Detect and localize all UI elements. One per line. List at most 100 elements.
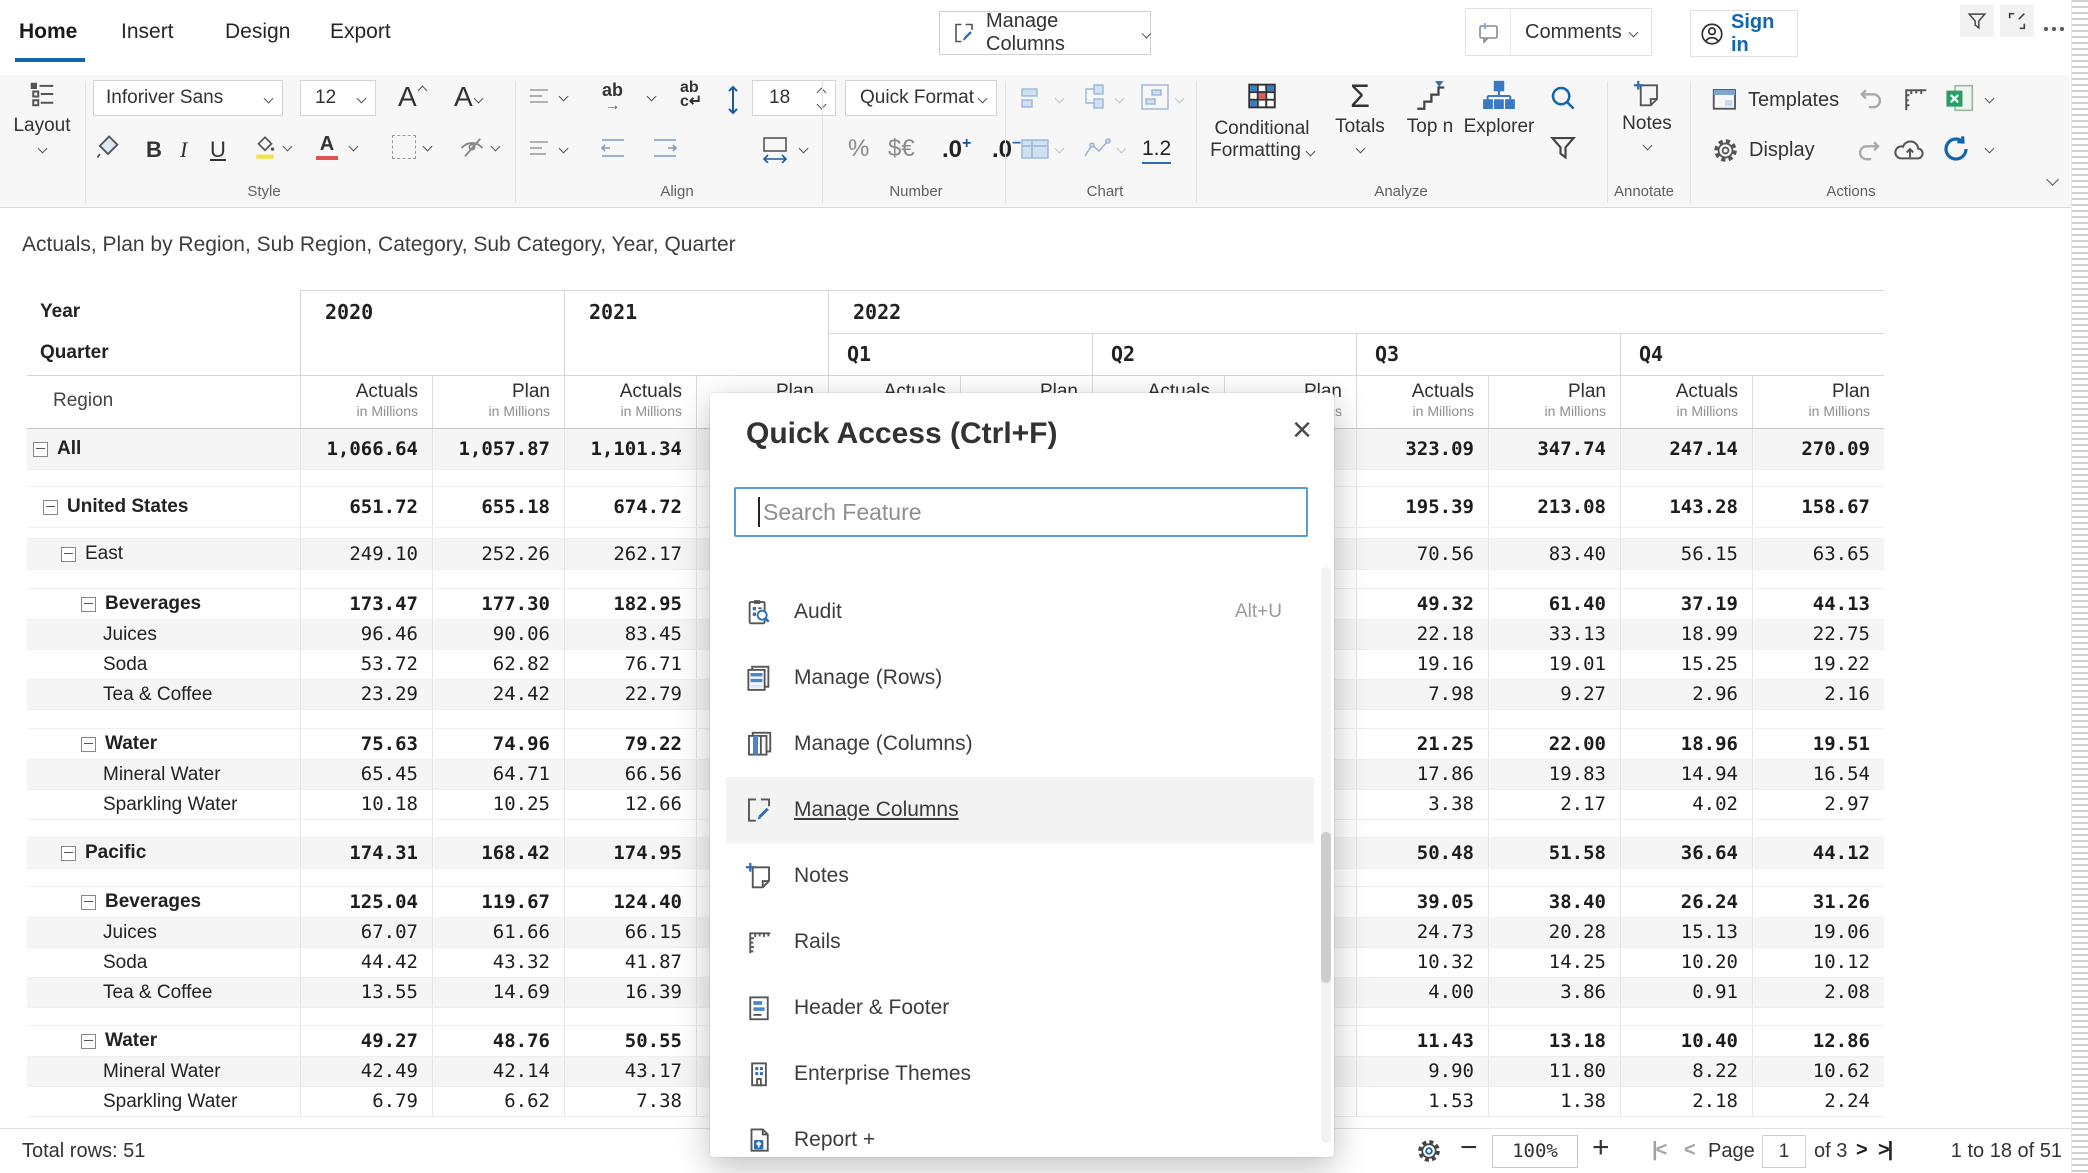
data-cell[interactable]: 10.62 xyxy=(1752,1057,1884,1086)
data-cell[interactable]: 44.12 xyxy=(1752,838,1884,868)
column-header[interactable]: Planin Millions xyxy=(1752,376,1884,428)
currency-format-button[interactable]: $€ xyxy=(888,135,915,163)
collapse-ribbon-icon[interactable] xyxy=(2046,173,2059,186)
add-comment-icon[interactable] xyxy=(1466,9,1511,55)
gantt-chart-icon[interactable] xyxy=(1140,83,1170,111)
data-cell[interactable]: 655.18 xyxy=(432,487,564,527)
font-name-select[interactable]: Inforiver Sans xyxy=(93,80,283,116)
data-cell[interactable]: 6.62 xyxy=(432,1087,564,1116)
data-cell[interactable]: 2.16 xyxy=(1752,680,1884,709)
wrap-text-button[interactable]: abc↵ xyxy=(680,81,702,109)
underline-button[interactable]: U xyxy=(210,137,226,163)
notes-button[interactable]: Notes xyxy=(1616,79,1678,149)
row-label[interactable]: Juices xyxy=(27,918,300,947)
data-cell[interactable]: 10.32 xyxy=(1356,948,1488,977)
year-2021-header[interactable]: 2021 xyxy=(564,290,828,334)
tab-home[interactable]: Home xyxy=(19,20,77,44)
row-label[interactable]: Mineral Water xyxy=(27,1057,300,1086)
data-cell[interactable]: 4.00 xyxy=(1356,978,1488,1007)
decrease-decimal-button[interactable]: .0− xyxy=(992,135,1021,164)
hide-values-icon[interactable] xyxy=(458,133,486,161)
data-cell[interactable]: 262.17 xyxy=(564,539,696,569)
data-cell[interactable]: 24.42 xyxy=(432,680,564,709)
data-cell[interactable]: 41.87 xyxy=(564,948,696,977)
collapse-toggle-icon[interactable] xyxy=(81,737,96,752)
data-cell[interactable]: 17.86 xyxy=(1356,760,1488,789)
data-cell[interactable]: 38.40 xyxy=(1488,887,1620,917)
rails-icon[interactable] xyxy=(1900,84,1930,114)
scrollbar-thumb[interactable] xyxy=(1321,832,1331,983)
data-cell[interactable]: 7.98 xyxy=(1356,680,1488,709)
data-cell[interactable]: 70.56 xyxy=(1356,539,1488,569)
collapse-toggle-icon[interactable] xyxy=(61,846,76,861)
data-cell[interactable]: 13.55 xyxy=(300,978,432,1007)
data-cell[interactable]: 65.45 xyxy=(300,760,432,789)
row-label[interactable]: Beverages xyxy=(27,589,300,619)
chevron-down-icon[interactable] xyxy=(1985,144,1995,154)
data-cell[interactable]: 37.19 xyxy=(1620,589,1752,619)
data-cell[interactable]: 43.17 xyxy=(564,1057,696,1086)
data-cell[interactable]: 2.97 xyxy=(1752,790,1884,819)
close-icon[interactable]: × xyxy=(1292,413,1312,447)
data-cell[interactable]: 19.51 xyxy=(1752,729,1884,759)
data-cell[interactable]: 14.94 xyxy=(1620,760,1752,789)
data-cell[interactable]: 213.08 xyxy=(1488,487,1620,527)
data-cell[interactable]: 44.13 xyxy=(1752,589,1884,619)
data-cell[interactable]: 674.72 xyxy=(564,487,696,527)
increase-decimal-button[interactable]: .0+ xyxy=(942,135,971,164)
year-2022-header[interactable]: 2022 xyxy=(828,290,1884,334)
data-cell[interactable]: 79.22 xyxy=(564,729,696,759)
data-cell[interactable]: 11.43 xyxy=(1356,1026,1488,1056)
data-cell[interactable]: 20.28 xyxy=(1488,918,1620,947)
page-number-input[interactable]: 1 xyxy=(1762,1135,1806,1168)
undo-icon[interactable] xyxy=(1855,85,1885,113)
chevron-down-icon[interactable] xyxy=(559,144,569,154)
data-cell[interactable]: 96.46 xyxy=(300,620,432,649)
data-cell[interactable]: 48.76 xyxy=(432,1026,564,1056)
chevron-down-icon[interactable] xyxy=(1117,144,1127,154)
data-cell[interactable]: 66.56 xyxy=(564,760,696,789)
next-page-button[interactable]: > xyxy=(1856,1139,1868,1162)
collapse-toggle-icon[interactable] xyxy=(81,597,96,612)
data-cell[interactable]: 42.49 xyxy=(300,1057,432,1086)
percent-format-button[interactable]: % xyxy=(848,135,869,163)
data-cell[interactable]: 168.42 xyxy=(432,838,564,868)
data-cell[interactable]: 26.24 xyxy=(1620,887,1752,917)
zoom-level-input[interactable]: 100% xyxy=(1492,1135,1578,1168)
previous-page-button[interactable]: < xyxy=(1684,1139,1696,1162)
data-cell[interactable]: 83.45 xyxy=(564,620,696,649)
explorer-button[interactable]: Explorer xyxy=(1462,79,1536,138)
data-cell[interactable]: 125.04 xyxy=(300,887,432,917)
row-label[interactable]: Sparkling Water xyxy=(27,790,300,819)
quarter-q2-header[interactable]: Q2 xyxy=(1092,333,1356,375)
data-cell[interactable]: 3.38 xyxy=(1356,790,1488,819)
data-cell[interactable]: 9.27 xyxy=(1488,680,1620,709)
data-cell[interactable]: 3.86 xyxy=(1488,978,1620,1007)
quick-access-item[interactable]: Notes xyxy=(726,843,1314,909)
font-color-button[interactable]: A xyxy=(316,133,338,160)
data-cell[interactable]: 4.02 xyxy=(1620,790,1752,819)
data-cell[interactable]: 10.18 xyxy=(300,790,432,819)
column-header[interactable]: Actualsin Millions xyxy=(564,376,696,428)
data-cell[interactable]: 174.31 xyxy=(300,838,432,868)
comments-button[interactable]: Comments xyxy=(1465,8,1652,56)
data-cell[interactable]: 64.71 xyxy=(432,760,564,789)
data-cell[interactable]: 195.39 xyxy=(1356,487,1488,527)
data-cell[interactable]: 49.27 xyxy=(300,1026,432,1056)
data-cell[interactable]: 76.71 xyxy=(564,650,696,679)
data-cell[interactable]: 19.22 xyxy=(1752,650,1884,679)
row-height-input[interactable]: 18 xyxy=(752,80,836,116)
data-cell[interactable]: 177.30 xyxy=(432,589,564,619)
data-cell[interactable]: 12.86 xyxy=(1752,1026,1884,1056)
quarter-q4-header[interactable]: Q4 xyxy=(1620,333,1884,375)
data-cell[interactable]: 10.40 xyxy=(1620,1026,1752,1056)
row-axis-quarter[interactable]: Quarter xyxy=(27,333,300,375)
horizontal-align-icon[interactable] xyxy=(528,139,552,159)
collapse-toggle-icon[interactable] xyxy=(61,547,76,562)
italic-button[interactable]: I xyxy=(180,137,187,163)
row-label[interactable]: Water xyxy=(27,729,300,759)
row-axis-region[interactable]: Region xyxy=(27,376,300,428)
filter-icon[interactable] xyxy=(1548,133,1578,163)
hierarchy-chart-icon[interactable] xyxy=(1080,83,1110,111)
manage-columns-button[interactable]: Manage Columns xyxy=(939,11,1151,55)
